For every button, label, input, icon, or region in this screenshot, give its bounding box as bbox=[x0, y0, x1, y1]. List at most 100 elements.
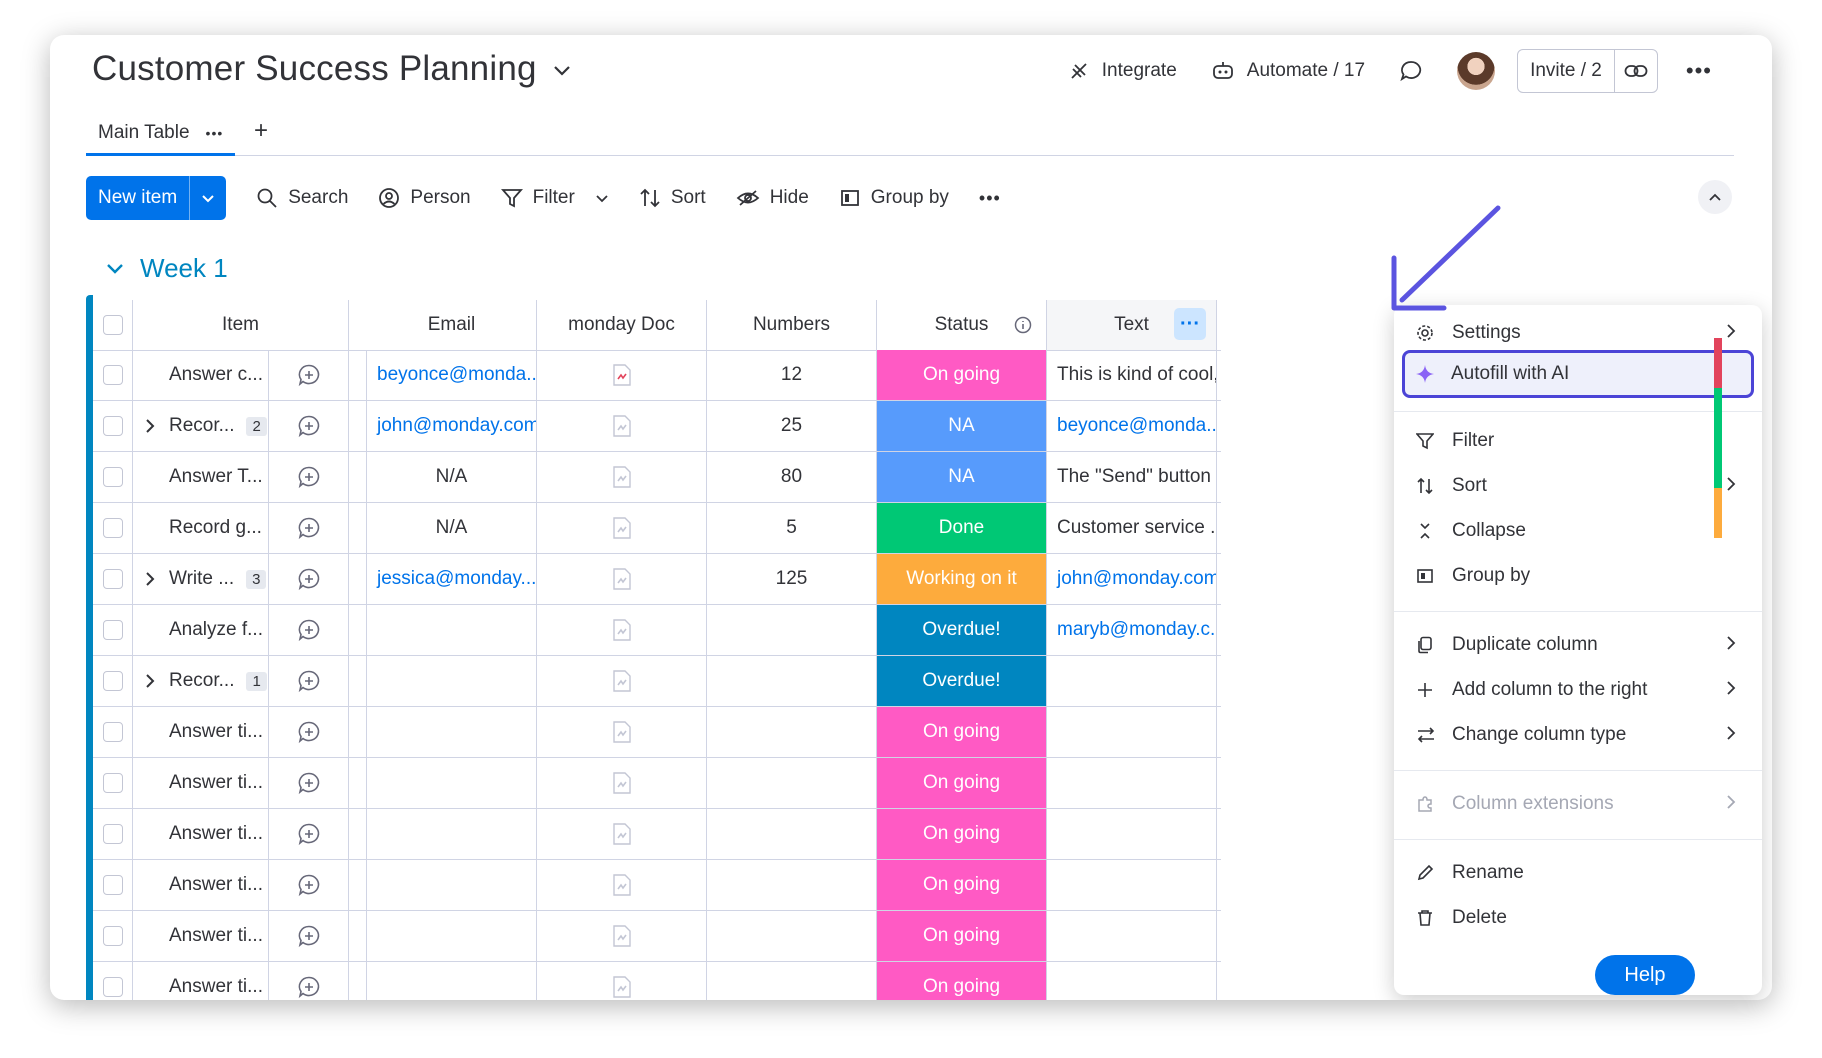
email-cell[interactable] bbox=[367, 758, 537, 808]
item-name[interactable]: Write ... bbox=[169, 568, 234, 590]
row-select-cell[interactable] bbox=[93, 452, 133, 502]
add-view-button[interactable]: + bbox=[254, 117, 268, 145]
add-update-icon[interactable] bbox=[297, 414, 321, 438]
table-row[interactable]: Answer ti... On going bbox=[93, 962, 1221, 1000]
copy-link-button[interactable] bbox=[1615, 64, 1657, 78]
person-filter-button[interactable]: Person bbox=[378, 187, 471, 209]
row-select-cell[interactable] bbox=[93, 707, 133, 757]
text-value[interactable]: beyonce@monda... bbox=[1057, 415, 1216, 437]
new-item-dropdown[interactable] bbox=[190, 176, 226, 220]
updates-cell[interactable] bbox=[269, 452, 349, 502]
item-cell[interactable]: Record g... bbox=[133, 503, 269, 553]
automate-button[interactable]: Automate / 17 bbox=[1211, 60, 1365, 82]
doc-cell[interactable] bbox=[537, 962, 707, 1000]
avatar[interactable] bbox=[1457, 52, 1496, 90]
status-cell[interactable]: On going bbox=[877, 758, 1047, 808]
doc-cell[interactable] bbox=[537, 503, 707, 553]
status-cell[interactable]: On going bbox=[877, 350, 1047, 400]
email-value[interactable]: jessica@monday.... bbox=[377, 568, 536, 590]
table-row[interactable]: Recor... 2 john@monday.com 25 NA beyonce… bbox=[93, 401, 1221, 452]
status-cell[interactable]: On going bbox=[877, 860, 1047, 910]
row-checkbox[interactable] bbox=[102, 365, 123, 385]
integrate-button[interactable]: Integrate bbox=[1068, 60, 1177, 82]
updates-cell[interactable] bbox=[269, 350, 349, 400]
table-row[interactable]: Record g... N/A 5 Done Customer service … bbox=[93, 503, 1221, 554]
email-cell[interactable] bbox=[367, 809, 537, 859]
select-all-checkbox[interactable] bbox=[102, 315, 123, 335]
table-row[interactable]: Write ... 3 jessica@monday.... 125 Worki… bbox=[93, 554, 1221, 605]
item-name[interactable]: Answer ti... bbox=[169, 823, 263, 845]
column-header-numbers[interactable]: Numbers bbox=[707, 300, 877, 350]
table-row[interactable]: Answer c... beyonce@monda... 12 On going… bbox=[93, 350, 1221, 401]
email-cell[interactable] bbox=[367, 707, 537, 757]
row-select-cell[interactable] bbox=[93, 962, 133, 1000]
chevron-down-icon[interactable] bbox=[553, 65, 571, 77]
row-select-cell[interactable] bbox=[93, 350, 133, 400]
chat-bubble-icon[interactable] bbox=[1399, 59, 1423, 83]
text-cell[interactable] bbox=[1047, 860, 1217, 910]
add-update-icon[interactable] bbox=[297, 465, 321, 489]
row-checkbox[interactable] bbox=[102, 977, 123, 997]
item-cell[interactable]: Answer T... bbox=[133, 452, 269, 502]
numbers-cell[interactable]: 125 bbox=[707, 554, 877, 604]
document-icon[interactable] bbox=[612, 516, 632, 540]
row-select-cell[interactable] bbox=[93, 656, 133, 706]
tab-main-table[interactable]: Main Table ••• bbox=[86, 113, 236, 156]
numbers-cell[interactable] bbox=[707, 962, 877, 1000]
document-icon[interactable] bbox=[612, 618, 632, 642]
updates-cell[interactable] bbox=[269, 809, 349, 859]
document-icon[interactable] bbox=[612, 414, 632, 438]
add-update-icon[interactable] bbox=[297, 363, 321, 387]
add-update-icon[interactable] bbox=[297, 618, 321, 642]
column-header-status[interactable]: Status bbox=[877, 300, 1047, 350]
item-cell[interactable]: Answer ti... bbox=[133, 758, 269, 808]
table-row[interactable]: Analyze f... Overdue! maryb@monday.c... bbox=[93, 605, 1221, 656]
chevron-right-icon[interactable] bbox=[145, 673, 155, 689]
chevron-down-icon[interactable] bbox=[595, 194, 609, 203]
doc-cell[interactable] bbox=[537, 452, 707, 502]
add-update-icon[interactable] bbox=[297, 873, 321, 897]
doc-cell[interactable] bbox=[537, 707, 707, 757]
item-name[interactable]: Answer c... bbox=[169, 364, 263, 386]
email-cell[interactable]: jessica@monday.... bbox=[367, 554, 537, 604]
document-icon[interactable] bbox=[612, 363, 632, 387]
status-cell[interactable]: On going bbox=[877, 962, 1047, 1000]
doc-cell[interactable] bbox=[537, 656, 707, 706]
add-update-icon[interactable] bbox=[297, 771, 321, 795]
text-cell[interactable] bbox=[1047, 656, 1217, 706]
email-value[interactable]: beyonce@monda... bbox=[377, 364, 536, 386]
group-header[interactable]: Week 1 bbox=[106, 253, 228, 284]
item-name[interactable]: Answer ti... bbox=[169, 925, 263, 947]
document-icon[interactable] bbox=[612, 567, 632, 591]
email-cell[interactable]: N/A bbox=[367, 503, 537, 553]
email-cell[interactable]: beyonce@monda... bbox=[367, 350, 537, 400]
item-cell[interactable]: Write ... 3 bbox=[133, 554, 269, 604]
invite-button[interactable]: Invite / 2 bbox=[1518, 50, 1615, 92]
numbers-cell[interactable]: 25 bbox=[707, 401, 877, 451]
item-name[interactable]: Answer ti... bbox=[169, 874, 263, 896]
updates-cell[interactable] bbox=[269, 401, 349, 451]
item-name[interactable]: Answer ti... bbox=[169, 721, 263, 743]
table-row[interactable]: Recor... 1 Overdue! bbox=[93, 656, 1221, 707]
item-cell[interactable]: Answer ti... bbox=[133, 962, 269, 1000]
numbers-cell[interactable] bbox=[707, 758, 877, 808]
search-button[interactable]: Search bbox=[256, 187, 348, 209]
row-select-cell[interactable] bbox=[93, 401, 133, 451]
document-icon[interactable] bbox=[612, 873, 632, 897]
text-cell[interactable] bbox=[1047, 707, 1217, 757]
item-name[interactable]: Recor... bbox=[169, 670, 234, 692]
info-icon[interactable] bbox=[1014, 316, 1032, 334]
status-cell[interactable]: NA bbox=[877, 452, 1047, 502]
updates-cell[interactable] bbox=[269, 758, 349, 808]
row-checkbox[interactable] bbox=[102, 569, 123, 589]
item-name[interactable]: Recor... bbox=[169, 415, 234, 437]
menu-filter[interactable]: Filter bbox=[1406, 421, 1750, 461]
numbers-cell[interactable]: 12 bbox=[707, 350, 877, 400]
document-icon[interactable] bbox=[612, 822, 632, 846]
email-cell[interactable] bbox=[367, 860, 537, 910]
document-icon[interactable] bbox=[612, 720, 632, 744]
table-row[interactable]: Answer ti... On going bbox=[93, 809, 1221, 860]
status-cell[interactable]: NA bbox=[877, 401, 1047, 451]
row-select-cell[interactable] bbox=[93, 809, 133, 859]
column-header-email[interactable]: Email bbox=[367, 300, 537, 350]
